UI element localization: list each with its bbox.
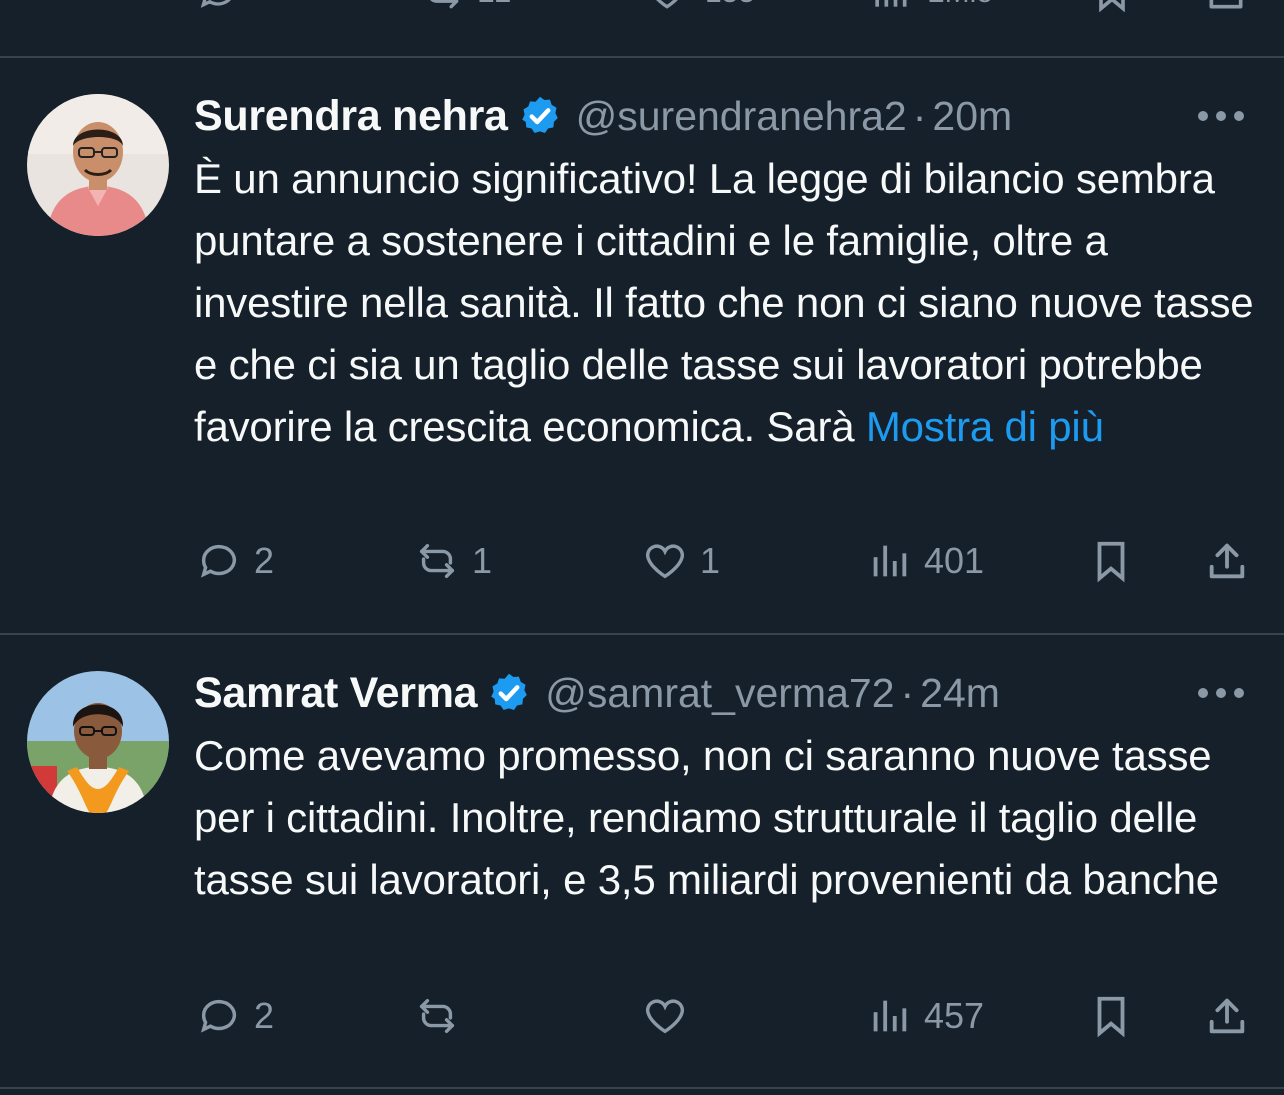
like-icon[interactable] — [645, 0, 689, 19]
view-count: 401 — [924, 540, 985, 581]
tweet-text: Come avevamo promesso, non ci saranno nu… — [194, 725, 1254, 911]
tweet-header: Samrat Verma @samrat_verma72 · 24m — [194, 663, 1000, 723]
views-button[interactable]: 401 — [866, 538, 984, 584]
user-handle[interactable]: @samrat_verma72 — [545, 670, 894, 717]
like-icon — [645, 544, 685, 579]
share-icon — [1209, 543, 1245, 579]
like-icon — [645, 999, 685, 1034]
more-icon[interactable] — [1198, 686, 1244, 700]
tweet-text: È un annuncio significativo! La legge di… — [194, 148, 1254, 458]
reply-button[interactable]: 2 — [196, 538, 274, 584]
timestamp[interactable]: 24m — [920, 670, 1000, 717]
show-more-link[interactable]: Mostra di più — [866, 403, 1104, 450]
like-button[interactable]: 1 — [642, 538, 720, 584]
previous-view-count: 2Mio — [928, 0, 993, 10]
tweet[interactable]: Surendra nehra @surendranehra2 · 20m È u… — [0, 58, 1284, 633]
share-icon[interactable] — [1204, 0, 1248, 19]
tweet-actions: 2 457 — [0, 993, 1284, 1053]
bookmark-icon — [1097, 541, 1125, 583]
reply-count: 2 — [254, 995, 275, 1036]
like-button[interactable] — [642, 993, 700, 1039]
verified-badge-icon — [491, 673, 528, 711]
avatar[interactable] — [27, 94, 169, 236]
retweet-icon[interactable] — [420, 0, 464, 19]
bookmark-icon[interactable] — [1090, 0, 1134, 19]
bookmark-icon — [1097, 996, 1125, 1038]
tweet-body: Come avevamo promesso, non ci saranno nu… — [194, 732, 1219, 903]
previous-tweet-actions: 22 155 2Mio — [0, 0, 1284, 14]
retweet-button[interactable]: 1 — [414, 538, 492, 584]
timestamp[interactable]: 20m — [932, 93, 1012, 140]
header-separator: · — [900, 669, 915, 716]
header-separator: · — [912, 92, 927, 139]
tweet-divider — [0, 1087, 1284, 1089]
avatar[interactable] — [27, 671, 169, 813]
share-button[interactable] — [1204, 993, 1250, 1039]
display-name[interactable]: Samrat Verma — [194, 669, 478, 718]
verified-badge-icon — [521, 96, 558, 134]
views-button[interactable]: 457 — [866, 993, 984, 1039]
bookmark-button[interactable] — [1088, 538, 1134, 584]
reply-icon — [200, 544, 237, 578]
share-icon — [1209, 998, 1245, 1034]
views-icon — [873, 545, 907, 577]
reply-icon — [200, 999, 237, 1033]
retweet-icon — [419, 998, 455, 1034]
share-button[interactable] — [1204, 538, 1250, 584]
views-icon — [873, 1000, 907, 1032]
views-icon[interactable] — [868, 0, 912, 19]
reply-icon[interactable] — [196, 0, 240, 19]
tweet-header: Surendra nehra @surendranehra2 · 20m — [194, 86, 1012, 146]
user-handle[interactable]: @surendranehra2 — [576, 93, 907, 140]
like-count: 1 — [700, 540, 721, 581]
previous-retweet-count: 22 — [478, 0, 511, 10]
retweet-count: 1 — [472, 540, 493, 581]
view-count: 457 — [924, 995, 985, 1036]
more-icon[interactable] — [1198, 109, 1244, 123]
timeline-feed: 22 155 2Mio — [0, 0, 1284, 1095]
retweet-icon — [419, 543, 455, 579]
previous-like-count: 155 — [705, 0, 755, 10]
display-name[interactable]: Surendra nehra — [194, 92, 508, 141]
reply-button[interactable]: 2 — [196, 993, 274, 1039]
reply-count: 2 — [254, 540, 275, 581]
bookmark-button[interactable] — [1088, 993, 1134, 1039]
tweet-actions: 2 1 1 401 — [0, 538, 1284, 598]
tweet[interactable]: Samrat Verma @samrat_verma72 · 24m Come … — [0, 635, 1284, 1087]
retweet-button[interactable] — [414, 993, 472, 1039]
